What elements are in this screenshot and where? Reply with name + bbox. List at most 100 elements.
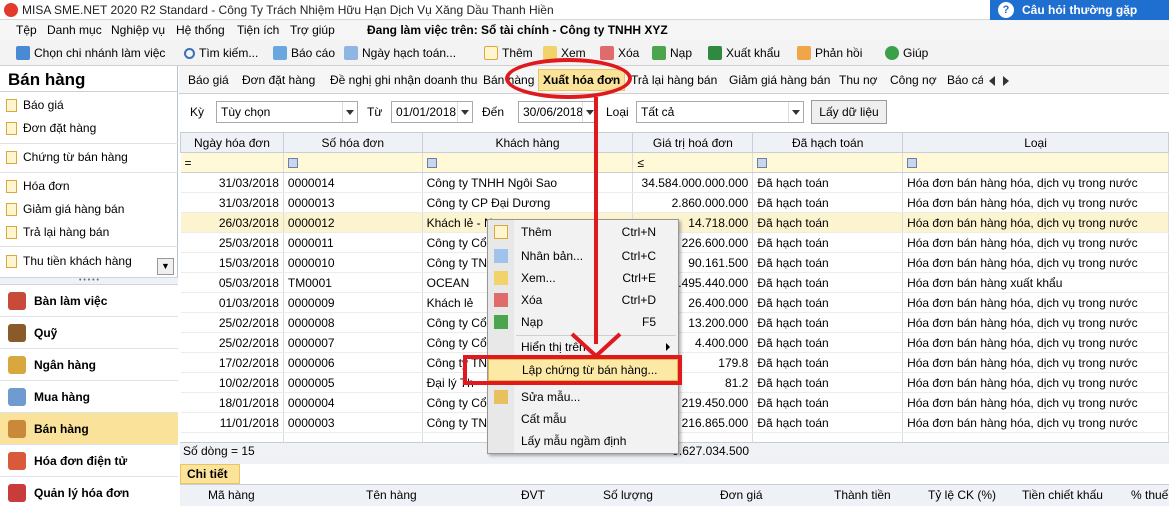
- row-count: Số dòng = 15: [183, 444, 255, 458]
- detail-splitter[interactable]: [180, 458, 1169, 464]
- period-select[interactable]: Tùy chọn: [216, 101, 358, 123]
- menu-catalog[interactable]: Danh mục: [47, 23, 102, 37]
- module-cash[interactable]: Quỹ: [0, 317, 178, 349]
- detail-col-discount-rate[interactable]: Tỷ lệ CK (%): [928, 488, 996, 502]
- sidebar-scroll-down[interactable]: ▼: [157, 258, 174, 275]
- col-header-number[interactable]: Số hóa đơn: [282, 132, 423, 153]
- delete-button[interactable]: Xóa: [600, 44, 639, 62]
- filter-cell[interactable]: =: [180, 152, 284, 173]
- ctx-duplicate[interactable]: Nhân bản... Ctrl+C: [488, 245, 678, 267]
- delete-icon: [494, 293, 508, 307]
- ctx-save-template[interactable]: Cất mẫu: [488, 408, 678, 430]
- ctx-edit-template[interactable]: Sửa mẫu...: [488, 386, 678, 408]
- cell-date: 31/03/2018: [180, 172, 284, 193]
- tab-receivable[interactable]: Công nợ: [890, 73, 937, 87]
- to-date-input[interactable]: 30/06/2018: [518, 101, 598, 123]
- detail-col-qty[interactable]: Số lượng: [603, 488, 653, 502]
- detail-col-amount[interactable]: Thành tiền: [834, 488, 891, 502]
- excel-icon: [708, 46, 722, 60]
- menu-system[interactable]: Hệ thống: [176, 23, 225, 37]
- cell-date: 26/03/2018: [180, 212, 284, 233]
- ctx-delete[interactable]: Xóa Ctrl+D: [488, 289, 678, 311]
- menu-file[interactable]: Tệp: [16, 23, 37, 37]
- module-purchase[interactable]: Mua hàng: [0, 381, 178, 413]
- tab-sales-order[interactable]: Đơn đặt hàng: [242, 73, 315, 87]
- module-invoice-management[interactable]: Quản lý hóa đơn: [0, 477, 178, 509]
- tab-report[interactable]: Báo cáo: [947, 73, 983, 87]
- cell-type: Hóa đơn bán hàng xuất khẩu: [902, 272, 1169, 293]
- tab-bar: Báo giá Đơn đặt hàng Đề nghị ghi nhận do…: [179, 66, 1169, 94]
- faq-button[interactable]: ? Câu hỏi thường gặp: [990, 0, 1169, 22]
- filter-cell[interactable]: [902, 152, 1169, 173]
- cell-posted: Đã hạch toán: [752, 252, 904, 273]
- tab-quote[interactable]: Báo giá: [188, 73, 229, 87]
- from-date-input[interactable]: 01/01/2018: [391, 101, 473, 123]
- filter-cell[interactable]: [752, 152, 904, 173]
- tab-prev-icon[interactable]: [989, 76, 995, 86]
- report-button[interactable]: Báo cáo: [273, 44, 335, 62]
- help-button[interactable]: Giúp: [885, 44, 928, 62]
- module-bank[interactable]: Ngân hàng: [0, 349, 178, 381]
- tab-sales-return[interactable]: Trả lại hàng bán: [631, 73, 717, 87]
- col-header-customer[interactable]: Khách hàng: [421, 132, 634, 153]
- tab-collect-debt[interactable]: Thu nợ: [839, 73, 878, 87]
- menu-help[interactable]: Trợ giúp: [290, 23, 335, 37]
- sidebar-item-sales-order[interactable]: Đơn đặt hàng: [6, 118, 96, 138]
- tab-discount[interactable]: Giảm giá hàng bán: [729, 73, 830, 87]
- tab-detail[interactable]: Chi tiết: [180, 464, 240, 484]
- module-sales[interactable]: Bán hàng: [0, 413, 178, 445]
- sidebar-item-discount[interactable]: Giảm giá hàng bán: [6, 199, 124, 219]
- load-data-button[interactable]: Lấy dữ liệu: [811, 100, 887, 124]
- sidebar-item-quote[interactable]: Báo giá: [6, 95, 64, 115]
- detail-col-code[interactable]: Mã hàng: [208, 488, 255, 502]
- table-row[interactable]: 31/03/2018 0000013 Công ty CP Đại Dương 2.8…: [180, 192, 1169, 213]
- type-label: Loại: [606, 105, 629, 119]
- cell-no: 0000007: [283, 332, 423, 353]
- edit-icon: [494, 271, 508, 285]
- menu-utilities[interactable]: Tiện ích: [237, 23, 279, 37]
- tab-next-icon[interactable]: [1003, 76, 1009, 86]
- sidebar-item-invoice[interactable]: Hóa đơn: [6, 176, 70, 196]
- col-header-date[interactable]: Ngày hóa đơn: [180, 132, 284, 153]
- to-label: Đến: [482, 105, 505, 119]
- cell-no: 0000006: [283, 352, 423, 373]
- branch-button[interactable]: Chọn chi nhánh làm việc: [16, 44, 165, 62]
- cell-no: 0000003: [283, 412, 423, 433]
- cell-posted: Đã hạch toán: [752, 172, 904, 193]
- sidebar-splitter[interactable]: • • • • •: [0, 277, 178, 285]
- filter-cell[interactable]: [283, 152, 423, 173]
- search-button[interactable]: Tìm kiếm...: [184, 44, 258, 62]
- table-row[interactable]: 31/03/2018 0000014 Công ty TNHH Ngôi Sao 34…: [180, 172, 1169, 193]
- ctx-add[interactable]: Thêm Ctrl+N: [488, 221, 678, 243]
- reload-button[interactable]: Nạp: [652, 44, 692, 62]
- type-select[interactable]: Tất cả: [636, 101, 804, 123]
- cell-posted: Đã hạch toán: [752, 312, 904, 333]
- cell-no: 0000013: [283, 192, 423, 213]
- report-icon: [273, 46, 287, 60]
- detail-col-tax[interactable]: % thuế: [1131, 488, 1168, 502]
- filter-cell[interactable]: ≤: [632, 152, 754, 173]
- delete-icon: [600, 46, 614, 60]
- export-button[interactable]: Xuất khẩu: [708, 44, 780, 62]
- detail-col-unit[interactable]: ĐVT: [521, 488, 545, 502]
- tab-revenue-request[interactable]: Đề nghị ghi nhận doanh thu: [330, 73, 477, 87]
- detail-col-discount-amount[interactable]: Tiền chiết khấu: [1022, 488, 1103, 502]
- ctx-default-template[interactable]: Lấy mẫu ngầm định: [488, 430, 678, 452]
- add-button[interactable]: Thêm: [484, 44, 533, 62]
- detail-col-price[interactable]: Đơn giá: [720, 488, 763, 502]
- module-e-invoice[interactable]: Hóa đơn điện tử: [0, 445, 178, 477]
- detail-col-name[interactable]: Tên hàng: [366, 488, 417, 502]
- sidebar-item-receipt[interactable]: Thu tiền khách hàng: [6, 251, 132, 271]
- sidebar-item-sales-voucher[interactable]: Chứng từ bán hàng: [6, 147, 128, 167]
- filter-cell[interactable]: [422, 152, 634, 173]
- module-desk[interactable]: Bàn làm việc: [0, 285, 178, 317]
- col-header-type[interactable]: Loại: [902, 132, 1169, 153]
- sidebar-item-sales-return[interactable]: Trả lại hàng bán: [6, 222, 109, 242]
- menu-bar: Tệp Danh mục Nghiệp vụ Hệ thống Tiện ích…: [0, 20, 1169, 40]
- col-header-value[interactable]: Giá trị hoá đơn: [632, 132, 754, 153]
- ctx-view[interactable]: Xem... Ctrl+E: [488, 267, 678, 289]
- menu-operations[interactable]: Nghiệp vụ: [111, 23, 165, 37]
- post-date-button[interactable]: Ngày hạch toán...: [344, 44, 456, 62]
- feedback-button[interactable]: Phản hồi: [797, 44, 862, 62]
- col-header-posted[interactable]: Đã hạch toán: [752, 132, 904, 153]
